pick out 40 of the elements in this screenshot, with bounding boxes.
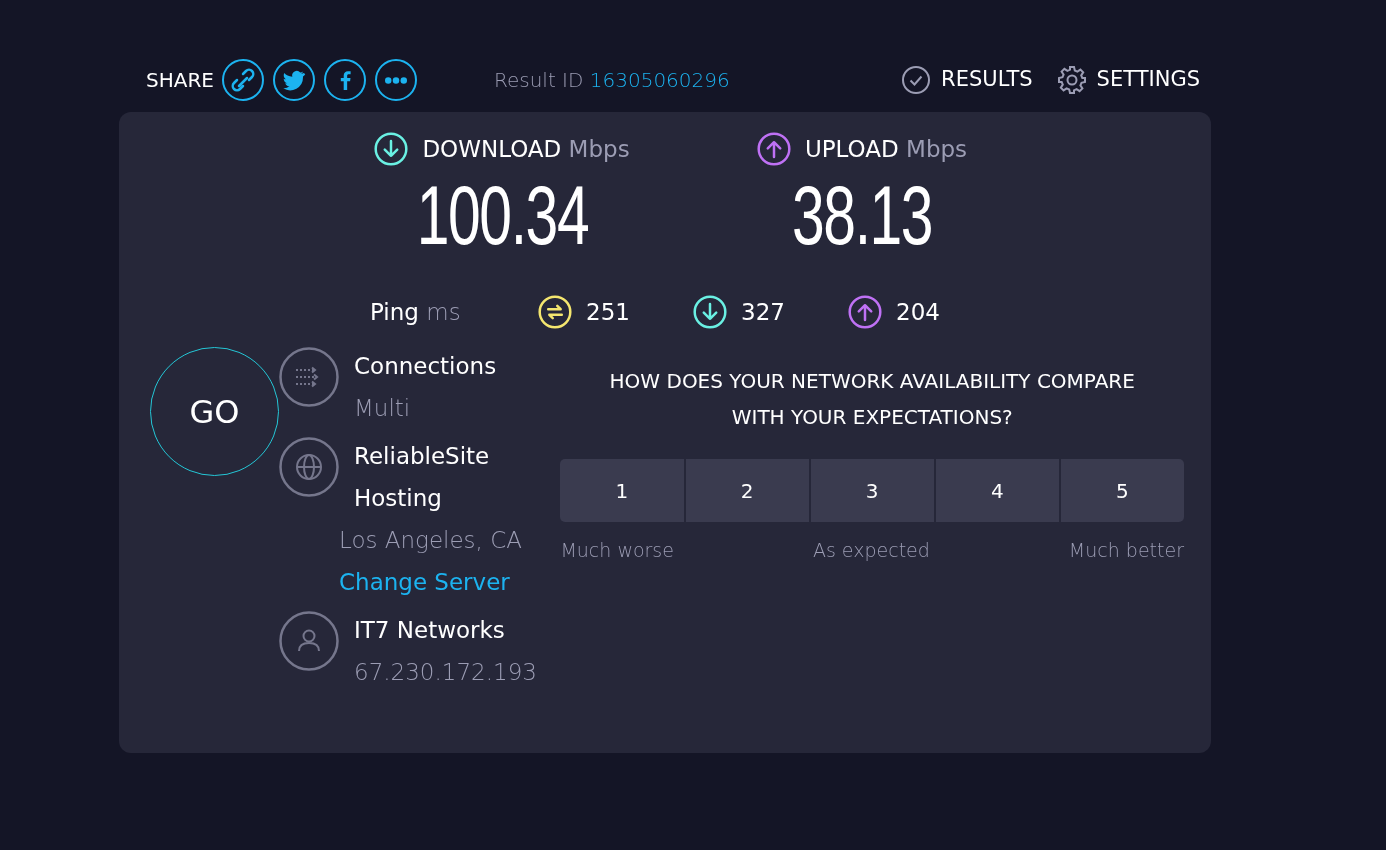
scale-label: Much better: [1068, 538, 1184, 563]
result-id-label: Result ID: [493, 68, 584, 92]
change-server-link[interactable]: Change Server: [339, 561, 510, 603]
download-label: DOWNLOAD Mbps: [422, 135, 630, 164]
provider-title: IT7 Networks: [354, 616, 506, 645]
share-label: SHARE: [146, 67, 214, 94]
rating-button[interactable]: 1: [560, 459, 684, 522]
connections-subtitle: Multi: [354, 394, 412, 423]
arrows-icon: [279, 347, 339, 407]
server-title: ReliableSite Hosting: [354, 442, 491, 513]
settings-link[interactable]: SETTINGS: [1056, 64, 1200, 96]
server-subtitle: Los Angeles, CA: [339, 526, 523, 555]
twitter-button[interactable]: [272, 59, 315, 101]
facebook-icon: [338, 70, 351, 90]
link-button[interactable]: [221, 59, 264, 101]
result-id-link[interactable]: 16305060296: [589, 68, 730, 92]
rating-button[interactable]: 5: [1060, 459, 1184, 522]
check-circle-icon: [901, 65, 932, 95]
upload-speed-value: 38.13: [791, 172, 933, 257]
download-speed-value: 100.34: [416, 172, 588, 257]
upload-ping-value: 204: [896, 297, 940, 327]
connections-title: Connections: [354, 352, 497, 381]
more-button[interactable]: [374, 59, 417, 101]
survey-question: HOW DOES YOUR NETWORK AVAILABILITY COMPARE WITH YOUR EXPECTATIONS?: [608, 368, 1136, 431]
scale-label: Much worse: [560, 538, 674, 563]
globe-icon: [279, 437, 339, 497]
facebook-button[interactable]: [323, 59, 366, 101]
upload-label: UPLOAD Mbps: [804, 135, 968, 164]
provider-subtitle: 67.230.172.193: [354, 658, 537, 687]
download-ping-value: 327: [741, 297, 785, 327]
rating-button[interactable]: 2: [685, 459, 809, 522]
settings-icon: [1056, 65, 1087, 95]
more-icon: [384, 76, 407, 84]
ping-label: Ping ms: [370, 297, 462, 327]
rating-button[interactable]: 4: [935, 459, 1059, 522]
idle-ping-value: 251: [586, 297, 630, 327]
scale-label: As expected: [812, 538, 930, 563]
person-icon: [279, 611, 339, 671]
rating-button[interactable]: 3: [810, 459, 934, 522]
results-link[interactable]: RESULTS: [901, 64, 1033, 96]
